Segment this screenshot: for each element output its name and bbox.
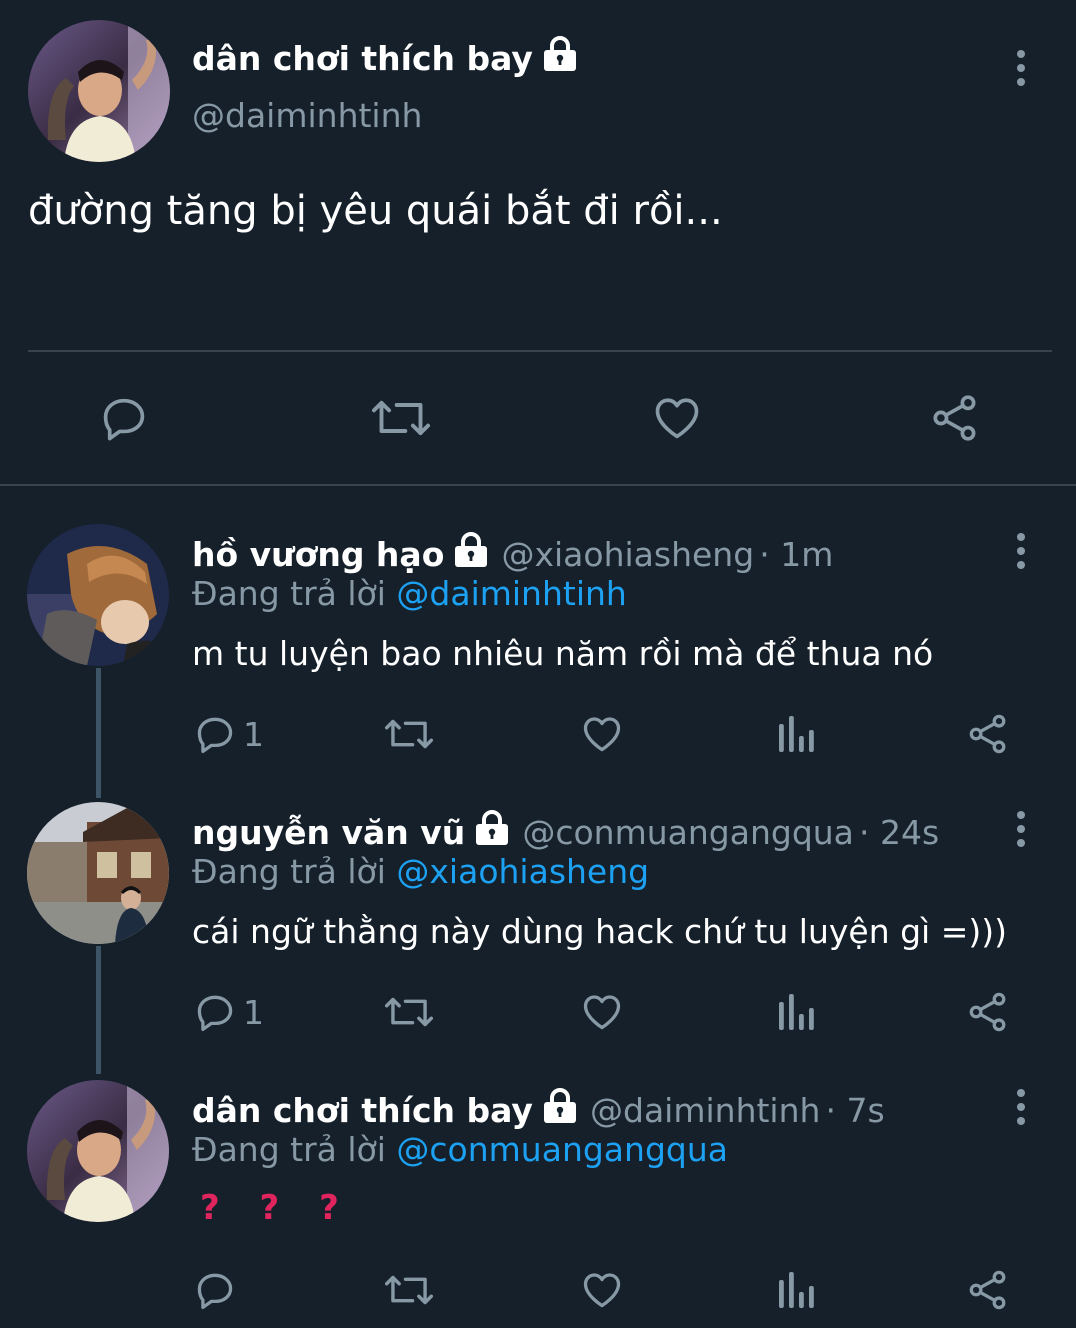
display-name-text[interactable]: dân chơi thích bay [192,39,533,78]
more-vertical-icon[interactable] [1015,811,1027,847]
reply-count: 1 [243,992,264,1032]
lock-icon [473,810,511,850]
lock-icon [452,532,490,572]
tweet-text: m tu luyện bao nhiêu năm rồi mà để thua … [192,634,934,673]
user-handle[interactable]: @daiminhtinh [192,96,422,135]
display-name[interactable]: dân chơi thích bay [192,36,579,80]
like-button[interactable] [580,990,624,1034]
like-button[interactable] [580,712,624,756]
reply-header: nguyễn văn vũ @conmuangangqua · 24s [192,810,939,852]
avatar[interactable] [27,1080,169,1222]
reply-button[interactable]: 1 [193,990,264,1034]
retweet-icon [384,997,434,1027]
thread-line [96,668,101,798]
tweet-text: đường tăng bị yêu quái bắt đi rồi... [28,188,723,234]
analytics-button[interactable] [775,712,815,756]
replying-to: Đang trả lời @xiaohiasheng [192,852,649,891]
timestamp[interactable]: · 24s [859,813,939,852]
analytics-button[interactable] [775,990,815,1034]
reply-header: dân chơi thích bay @daiminhtinh · 7s [192,1088,885,1130]
avatar[interactable] [27,802,169,944]
share-button[interactable] [966,712,1010,756]
replying-label: Đang trả lời [192,852,386,891]
retweet-button[interactable] [384,712,434,756]
replying-to: Đang trả lời @conmuangangqua [192,1130,728,1169]
heart-icon [583,1273,621,1308]
section-divider [0,484,1076,486]
like-button[interactable] [650,392,704,444]
reply-icon [103,398,145,441]
heart-icon [583,717,621,752]
reply-button[interactable]: 1 [193,712,264,756]
retweet-icon [371,400,431,436]
tweet-text: cái ngữ thằng này dùng hack chứ tu luyện… [192,912,1007,951]
thread-line [96,946,101,1074]
user-handle[interactable]: @xiaohiasheng [501,535,754,574]
analytics-button[interactable] [775,1268,815,1312]
heart-icon [583,995,621,1030]
avatar[interactable] [27,524,169,666]
display-name[interactable]: hồ vương hạo [192,535,444,574]
mention-link[interactable]: @xiaohiasheng [396,852,649,891]
mention-link[interactable]: @daiminhtinh [396,574,626,613]
share-icon [969,1270,1006,1310]
share-icon [969,714,1006,754]
reply-button[interactable] [193,1268,237,1312]
reply-icon [197,1273,233,1310]
analytics-icon [779,1272,814,1308]
more-vertical-icon[interactable] [1015,1089,1027,1125]
share-button[interactable] [966,990,1010,1034]
more-vertical-icon[interactable] [1015,50,1027,86]
retweet-button[interactable] [384,1268,434,1312]
share-icon [969,992,1006,1032]
display-name[interactable]: nguyễn văn vũ [192,813,465,852]
reply-icon [197,995,233,1032]
share-button[interactable] [928,392,982,444]
tweet-text: ? ? ? [200,1188,353,1228]
analytics-icon [779,716,814,752]
share-button[interactable] [966,1268,1010,1312]
timestamp[interactable]: · 1m [759,535,833,574]
share-icon [933,395,976,441]
heart-icon [655,398,699,439]
reply-header: hồ vương hạo @xiaohiasheng · 1m [192,532,833,574]
display-name[interactable]: dân chơi thích bay [192,1091,533,1130]
mention-link[interactable]: @conmuangangqua [396,1130,728,1169]
replying-to: Đang trả lời @daiminhtinh [192,574,627,613]
lock-icon [541,36,579,80]
user-handle[interactable]: @daiminhtinh [590,1091,820,1130]
retweet-icon [384,719,434,749]
retweet-icon [384,1275,434,1305]
analytics-icon [779,994,814,1030]
reply-count: 1 [243,714,264,754]
divider [28,350,1052,352]
avatar[interactable] [28,20,170,162]
retweet-button[interactable] [384,990,434,1034]
reply-icon [197,717,233,754]
user-handle[interactable]: @conmuangangqua [522,813,854,852]
replying-label: Đang trả lời [192,1130,386,1169]
more-vertical-icon[interactable] [1015,533,1027,569]
like-button[interactable] [580,1268,624,1312]
timestamp[interactable]: · 7s [826,1091,885,1130]
retweet-button[interactable] [370,392,432,444]
lock-icon [541,1088,579,1128]
replying-label: Đang trả lời [192,574,386,613]
reply-button[interactable] [98,392,150,444]
